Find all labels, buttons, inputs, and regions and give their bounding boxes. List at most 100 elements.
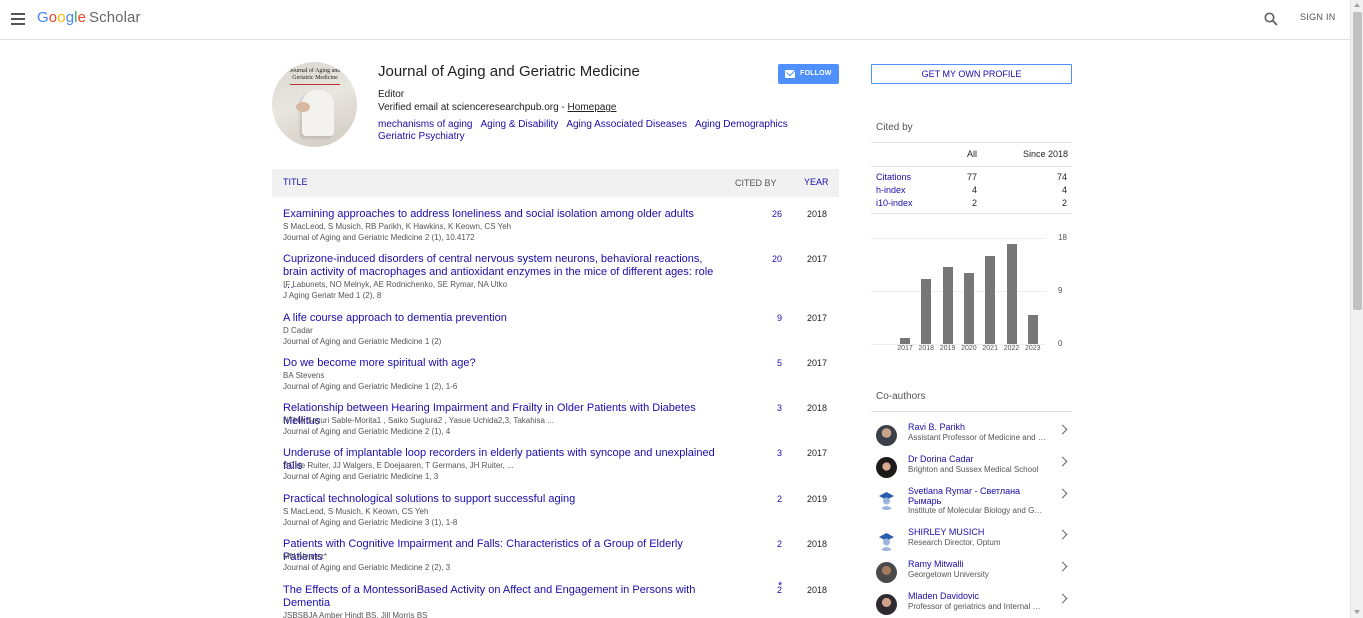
sort-by-year[interactable]: YEAR <box>804 177 829 187</box>
cited-by-count-link[interactable]: 20 <box>752 254 782 264</box>
metric-row: i10-index 2 2 <box>876 198 1067 208</box>
article-title-link[interactable]: Examining approaches to address loneline… <box>283 208 723 221</box>
chevron-right-icon[interactable] <box>1057 424 1068 435</box>
coauthor-affiliation: Brighton and Sussex Medical School <box>908 465 1039 474</box>
chart-bar[interactable] <box>921 279 932 344</box>
search-icon[interactable] <box>1264 12 1278 26</box>
article-title-link[interactable]: The Effects of a MontessoriBased Activit… <box>283 584 723 610</box>
metric-label[interactable]: Citations <box>876 172 911 182</box>
envelope-icon <box>785 70 795 78</box>
article-authors: S MacLeod, S Musich, K Keown, CS Yeh <box>283 507 429 516</box>
cited-by-count-link[interactable]: 3 <box>752 403 782 413</box>
metric-label[interactable]: i10-index <box>876 198 913 208</box>
article-title-link[interactable]: A life course approach to dementia preve… <box>283 312 723 325</box>
scrollbar[interactable] <box>1350 0 1363 618</box>
coauthor-name[interactable]: SHIRLEY MUSICH <box>908 527 1053 537</box>
interest-link[interactable]: Aging Associated Diseases <box>566 119 687 130</box>
article-venue: Journal of Aging and Geriatric Medicine … <box>283 427 451 436</box>
profile-affiliation: Editor <box>378 89 405 100</box>
coauthor-name[interactable]: Ramy Mitwalli <box>908 559 1053 569</box>
coauthor-name[interactable]: Dr Dorina Cadar <box>908 454 1053 464</box>
y-tick-label: 9 <box>1058 286 1063 295</box>
chart-bar[interactable] <box>963 273 974 344</box>
x-tick-label: 2017 <box>897 345 913 352</box>
google-scholar-logo[interactable]: Google Scholar <box>37 9 141 26</box>
cited-by-count-link[interactable]: 26 <box>752 209 782 219</box>
chevron-right-icon[interactable] <box>1057 456 1068 467</box>
default-avatar-icon <box>876 489 897 510</box>
article-authors: IF Labunets, NO Melnyk, AE Rodnichenko, … <box>283 280 508 289</box>
interest-link[interactable]: mechanisms of aging <box>378 119 473 130</box>
article-venue: J Aging Geriatr Med 1 (2), 8 <box>283 291 382 300</box>
coauthor-item[interactable]: Ravi B. Parikh Assistant Professor of Me… <box>871 422 1072 452</box>
sort-by-title[interactable]: TITLE <box>283 177 308 187</box>
top-bar: Google Scholar SIGN IN <box>0 0 1350 40</box>
y-tick-label: 18 <box>1058 233 1067 242</box>
follow-button[interactable]: FOLLOW <box>778 64 839 84</box>
article-title-link[interactable]: Do we become more spiritual with age? <box>283 357 723 370</box>
coauthor-item[interactable]: Mladen Davidovic Professor of geriatrics… <box>871 591 1072 618</box>
coauthor-avatar <box>876 594 897 615</box>
article-authors: S MacLeod, S Musich, RB Parikh, K Hawkin… <box>283 222 512 231</box>
chevron-right-icon[interactable] <box>1057 488 1068 499</box>
article-authors: D Cadar <box>283 326 313 335</box>
chevron-right-icon[interactable] <box>1057 529 1068 540</box>
interest-link[interactable]: Geriatric Psychiatry <box>378 131 465 142</box>
article-title-link[interactable]: Patients with Cognitive Impairment and F… <box>283 538 723 564</box>
coauthor-item[interactable]: Dr Dorina Cadar Brighton and Sussex Medi… <box>871 454 1072 484</box>
cited-by-count-link[interactable]: 5 <box>752 358 782 368</box>
cited-by-count-link[interactable]: 2 <box>752 494 782 504</box>
cited-by-count-link[interactable]: 3 <box>752 448 782 458</box>
coauthor-name[interactable]: Svetlana Rymar - Светлана Рымарь <box>908 486 1053 506</box>
article-year: 2017 <box>806 448 828 458</box>
chart-bar[interactable] <box>942 267 953 344</box>
coauthor-item[interactable]: Svetlana Rymar - Светлана Рымарь Institu… <box>871 486 1072 516</box>
interest-link[interactable]: Aging & Disability <box>481 119 559 130</box>
coauthor-affiliation: Assistant Professor of Medicine and Heal… <box>908 433 1046 442</box>
article-venue: Journal of Aging and Geriatric Medicine … <box>283 382 458 391</box>
coauthor-name[interactable]: Ravi B. Parikh <box>908 422 1053 432</box>
coauthor-item[interactable]: SHIRLEY MUSICH Research Director, Optum <box>871 527 1072 557</box>
coauthor-affiliation: Georgetown University <box>908 570 989 579</box>
article-year: 2017 <box>806 313 828 323</box>
interest-link[interactable]: Aging Demographics <box>695 119 788 130</box>
article-venue: Journal of Aging and Geriatric Medicine … <box>283 233 475 242</box>
column-cited-by: CITED BY <box>735 178 777 188</box>
x-tick-label: 2019 <box>939 345 956 352</box>
scroll-up-arrow-icon[interactable] <box>1354 3 1360 7</box>
article-year: 2017 <box>806 254 828 264</box>
cited-by-heading: Cited by <box>876 122 913 133</box>
sign-in-link[interactable]: SIGN IN <box>1300 12 1336 22</box>
article-year: 2018 <box>806 209 828 219</box>
article-venue: Journal of Aging and Geriatric Medicine … <box>283 337 442 346</box>
article-venue: Journal of Aging and Geriatric Medicine … <box>283 518 458 527</box>
merged-citations-star[interactable]: * <box>778 580 782 592</box>
article-title-link[interactable]: Practical technological solutions to sup… <box>283 493 723 506</box>
coauthors-divider <box>871 411 1072 412</box>
cited-by-count-link[interactable]: 2 <box>752 539 782 549</box>
chart-bar[interactable] <box>1006 243 1017 344</box>
chevron-right-icon[interactable] <box>1057 593 1068 604</box>
metric-label[interactable]: h-index <box>876 185 906 195</box>
article-year: 2018 <box>806 403 828 413</box>
verified-email: Verified email at scienceresearchpub.org… <box>378 102 617 113</box>
coauthor-name[interactable]: Mladen Davidovic <box>908 591 1053 601</box>
chevron-right-icon[interactable] <box>1057 561 1068 572</box>
menu-icon[interactable] <box>11 13 25 25</box>
article-authors: JSBSBJA Amber Hindt BS, Jill Morris BS <box>283 611 428 618</box>
default-avatar-icon <box>876 530 897 551</box>
cited-by-count-link[interactable]: 9 <box>752 313 782 323</box>
chart-bar[interactable] <box>1027 314 1038 344</box>
scroll-down-arrow-icon[interactable] <box>1354 610 1360 614</box>
chart-bar[interactable] <box>900 338 910 344</box>
coauthor-affiliation: Institute of Molecular Biology and Genet… <box>908 506 1046 515</box>
article-year: 2019 <box>806 494 828 504</box>
coauthor-item[interactable]: Ramy Mitwalli Georgetown University <box>871 559 1072 589</box>
article-venue: Journal of Aging and Geriatric Medicine … <box>283 563 451 572</box>
get-my-own-profile-button[interactable]: GET MY OWN PROFILE <box>871 64 1072 84</box>
article-year: 2017 <box>806 358 828 368</box>
cover-title: Journal of Aging and Geriatric Medicine <box>289 68 341 81</box>
chart-bar[interactable] <box>985 255 996 344</box>
homepage-link[interactable]: Homepage <box>568 102 617 113</box>
scroll-thumb[interactable] <box>1353 12 1362 310</box>
